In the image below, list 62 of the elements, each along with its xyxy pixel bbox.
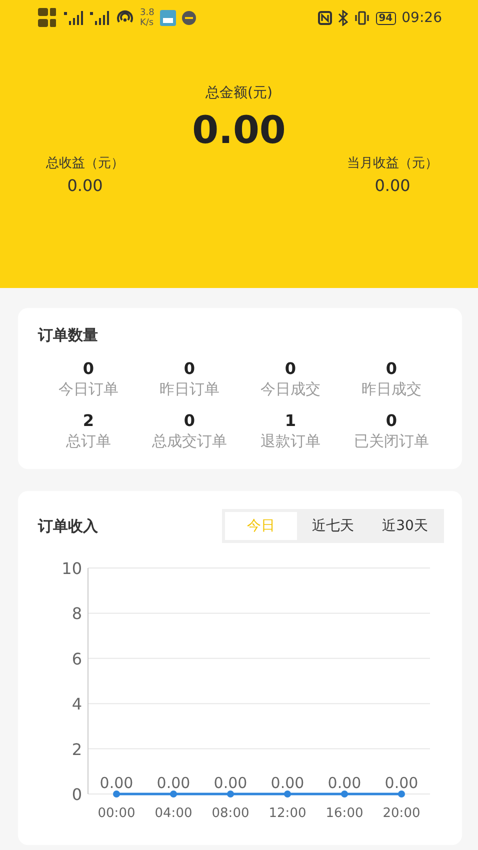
x-tick-label: 16:00 bbox=[326, 806, 364, 821]
order-count: 0 bbox=[284, 359, 296, 378]
x-tick-label: 00:00 bbox=[98, 806, 136, 821]
order-count-label: 总成交订单 bbox=[152, 432, 227, 451]
order-count-label: 退款订单 bbox=[260, 432, 320, 451]
data-point bbox=[398, 790, 405, 798]
order-count-label: 昨日成交 bbox=[362, 380, 422, 399]
y-tick-label: 4 bbox=[72, 694, 82, 714]
order-count: 0 bbox=[386, 359, 398, 378]
value-label: 0.00 bbox=[384, 774, 418, 792]
y-tick-label: 10 bbox=[62, 559, 82, 578]
value-label: 0.00 bbox=[270, 774, 304, 792]
order-count-label: 总订单 bbox=[66, 432, 111, 451]
app-icon bbox=[160, 10, 176, 26]
income-value: 0.00 bbox=[374, 176, 410, 195]
income-label: 当月收益（元） bbox=[347, 155, 438, 172]
x-tick-label: 12:00 bbox=[268, 806, 306, 821]
value-label: 0.00 bbox=[100, 774, 134, 792]
total-amount-value: 0.00 bbox=[191, 108, 287, 152]
data-point bbox=[341, 790, 348, 798]
data-point bbox=[227, 790, 234, 798]
order-count-label: 昨日订单 bbox=[160, 380, 220, 399]
y-tick-label: 2 bbox=[72, 740, 82, 759]
x-tick-label: 20:00 bbox=[382, 806, 420, 821]
app-icon bbox=[182, 11, 196, 25]
order-count: 0 bbox=[184, 411, 196, 430]
total-amount-label: 总金额(元) bbox=[204, 84, 274, 102]
value-label: 0.00 bbox=[328, 774, 362, 792]
card-title: 订单数量 bbox=[38, 326, 99, 345]
bluetooth-icon bbox=[338, 10, 348, 26]
order-count: 0 bbox=[184, 359, 196, 378]
nfc-icon bbox=[318, 11, 332, 25]
order-count-label: 已关闭订单 bbox=[354, 432, 429, 451]
battery-level: 94 bbox=[376, 12, 396, 24]
speed-unit: K/s bbox=[140, 18, 154, 28]
signal-icon bbox=[90, 11, 110, 25]
order-count-label: 今日成交 bbox=[260, 380, 320, 399]
signal-icon bbox=[64, 11, 84, 25]
data-point bbox=[170, 790, 177, 798]
speed-value: 3.8 bbox=[140, 8, 154, 18]
order-count: 2 bbox=[82, 411, 94, 430]
y-tick-label: 6 bbox=[72, 649, 82, 668]
data-point bbox=[113, 790, 120, 798]
x-tick-label: 04:00 bbox=[154, 806, 192, 821]
period-tab[interactable]: 近七天 bbox=[297, 512, 369, 540]
order-count: 1 bbox=[284, 411, 296, 430]
sim-icon bbox=[38, 7, 58, 29]
y-tick-label: 0 bbox=[72, 785, 82, 804]
card-title: 订单收入 bbox=[38, 516, 98, 536]
clock-time: 09:26 bbox=[402, 10, 442, 26]
x-tick-label: 08:00 bbox=[212, 806, 250, 821]
y-tick-label: 8 bbox=[72, 604, 82, 624]
order-count: 0 bbox=[82, 359, 94, 378]
vibrate-icon bbox=[354, 11, 370, 25]
data-point bbox=[284, 790, 291, 798]
period-tab[interactable]: 近30天 bbox=[369, 512, 441, 540]
value-label: 0.00 bbox=[156, 774, 190, 792]
value-label: 0.00 bbox=[214, 774, 248, 792]
income-label: 总收益（元） bbox=[46, 155, 124, 172]
order-count-label: 今日订单 bbox=[58, 380, 118, 399]
income-value: 0.00 bbox=[67, 176, 103, 195]
order-count: 0 bbox=[386, 411, 398, 430]
